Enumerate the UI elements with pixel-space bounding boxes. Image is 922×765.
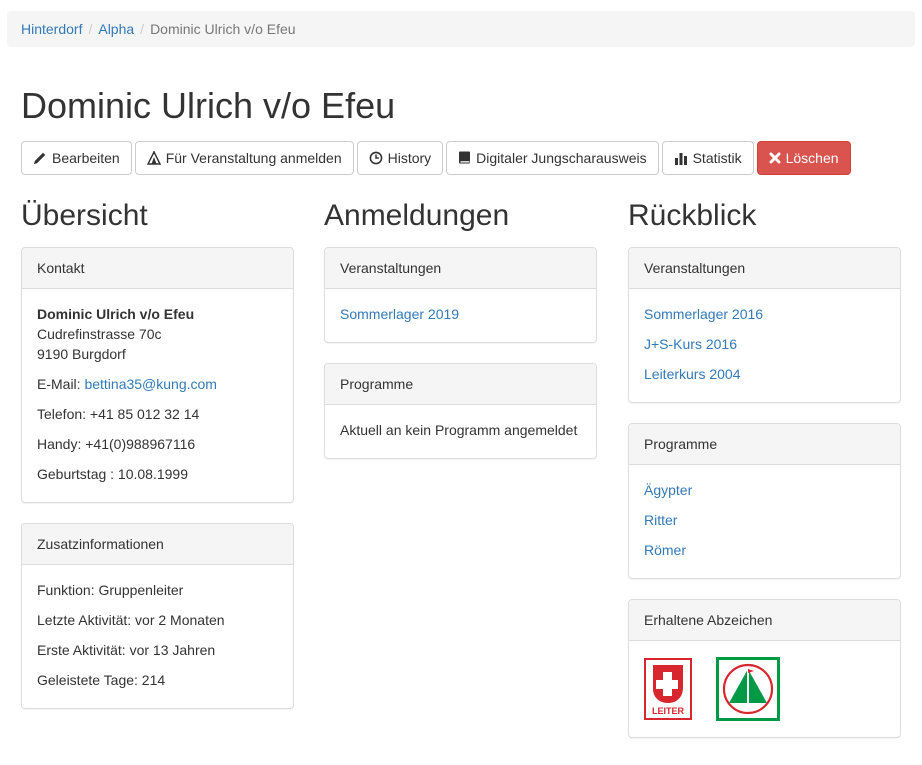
statistics-button[interactable]: Statistik (661, 141, 754, 175)
breadcrumb-link-hinterdorf[interactable]: Hinterdorf (21, 21, 82, 37)
contact-birthday: Geburtstag : 10.08.1999 (37, 466, 188, 482)
badges-panel: Erhaltene Abzeichen LEITER (628, 599, 901, 738)
contact-email-row: E-Mail: bettina35@kung.com (37, 374, 278, 394)
edit-button[interactable]: Bearbeiten (21, 141, 132, 175)
tent-icon (146, 151, 161, 165)
close-icon (769, 152, 781, 164)
breadcrumb: Hinterdorf / Alpha / Dominic Ulrich v/o … (7, 11, 915, 47)
review-heading: Rückblick (628, 199, 757, 232)
first-activity-text: Erste Aktivität: vor 13 Jahren (37, 642, 216, 658)
pencil-icon (33, 151, 47, 165)
register-event-button-label: Für Veranstaltung anmelden (165, 150, 342, 166)
digital-card-button-label: Digitaler Jungscharausweis (476, 150, 647, 166)
clock-icon (369, 151, 383, 165)
last-activity-text: Letzte Aktivität: vor 2 Monaten (37, 612, 225, 628)
delete-button[interactable]: Löschen (756, 141, 851, 175)
breadcrumb-current: Dominic Ulrich v/o Efeu (150, 21, 296, 37)
additional-info-panel: Zusatzinformationen Funktion: Gruppenlei… (21, 523, 294, 709)
review-column: Rückblick Veranstaltungen Sommerlager 20… (628, 196, 901, 758)
badges-panel-title: Erhaltene Abzeichen (629, 600, 900, 641)
registrations-column: Anmeldungen Veranstaltungen Sommerlager … (324, 196, 597, 479)
registrations-heading: Anmeldungen (324, 199, 510, 232)
registered-event-link[interactable]: Sommerlager 2019 (340, 304, 581, 324)
review-event-link[interactable]: J+S-Kurs 2016 (644, 334, 885, 354)
review-program-link[interactable]: Ritter (644, 510, 885, 530)
contact-panel: Kontakt Dominic Ulrich v/o Efeu Cudrefin… (21, 247, 294, 503)
register-event-button[interactable]: Für Veranstaltung anmelden (134, 141, 354, 175)
breadcrumb-link-alpha[interactable]: Alpha (98, 21, 134, 37)
book-icon (458, 151, 471, 165)
review-event-link[interactable]: Sommerlager 2016 (644, 304, 885, 324)
action-toolbar: Bearbeiten Für Veranstaltung anmelden Hi… (21, 141, 851, 175)
history-button[interactable]: History (356, 141, 444, 175)
function-text: Funktion: Gruppenleiter (37, 582, 184, 598)
review-program-link[interactable]: Ägypter (644, 480, 885, 500)
edit-button-label: Bearbeiten (52, 150, 120, 166)
email-label: E-Mail: (37, 376, 81, 392)
additional-info-panel-title: Zusatzinformationen (22, 524, 293, 565)
review-events-title: Veranstaltungen (629, 248, 900, 289)
digital-card-button[interactable]: Digitaler Jungscharausweis (446, 141, 659, 175)
contact-city: 9190 Burgdorf (37, 346, 126, 362)
contact-street: Cudrefinstrasse 70c (37, 326, 162, 342)
email-link[interactable]: bettina35@kung.com (84, 376, 217, 392)
statistics-button-label: Statistik (692, 150, 742, 166)
contact-mobile: Handy: +41(0)988967116 (37, 436, 196, 452)
registrations-programs-panel: Programme Aktuell an kein Programm angem… (324, 363, 597, 459)
review-event-link[interactable]: Leiterkurs 2004 (644, 364, 885, 384)
registrations-events-title: Veranstaltungen (325, 248, 596, 289)
delete-button-label: Löschen (785, 150, 839, 166)
page-title: Dominic Ulrich v/o Efeu (21, 85, 396, 126)
bar-chart-icon (674, 151, 688, 165)
breadcrumb-separator: / (88, 21, 93, 37)
contact-panel-title: Kontakt (22, 248, 293, 289)
overview-column: Übersicht Kontakt Dominic Ulrich v/o Efe… (21, 196, 294, 729)
leiter-badge-icon: LEITER (639, 657, 703, 721)
days-text: Geleistete Tage: 214 (37, 672, 166, 688)
overview-heading: Übersicht (21, 199, 148, 232)
review-programs-title: Programme (629, 424, 900, 465)
review-events-panel: Veranstaltungen Sommerlager 2016 J+S-Kur… (628, 247, 901, 403)
contact-phone: Telefon: +41 85 012 32 14 (37, 406, 200, 422)
registrations-programs-title: Programme (325, 364, 596, 405)
review-programs-panel: Programme Ägypter Ritter Römer (628, 423, 901, 579)
leiter-badge-text: LEITER (652, 706, 685, 716)
address-block: Dominic Ulrich v/o Efeu Cudrefinstrasse … (37, 304, 278, 364)
breadcrumb-separator: / (140, 21, 145, 37)
contact-name: Dominic Ulrich v/o Efeu (37, 306, 195, 322)
review-program-link[interactable]: Römer (644, 540, 885, 560)
history-button-label: History (387, 150, 432, 166)
no-programs-text: Aktuell an kein Programm angemeldet (340, 422, 578, 438)
registrations-events-panel: Veranstaltungen Sommerlager 2019 (324, 247, 597, 343)
green-triangle-badge-icon (716, 657, 780, 721)
